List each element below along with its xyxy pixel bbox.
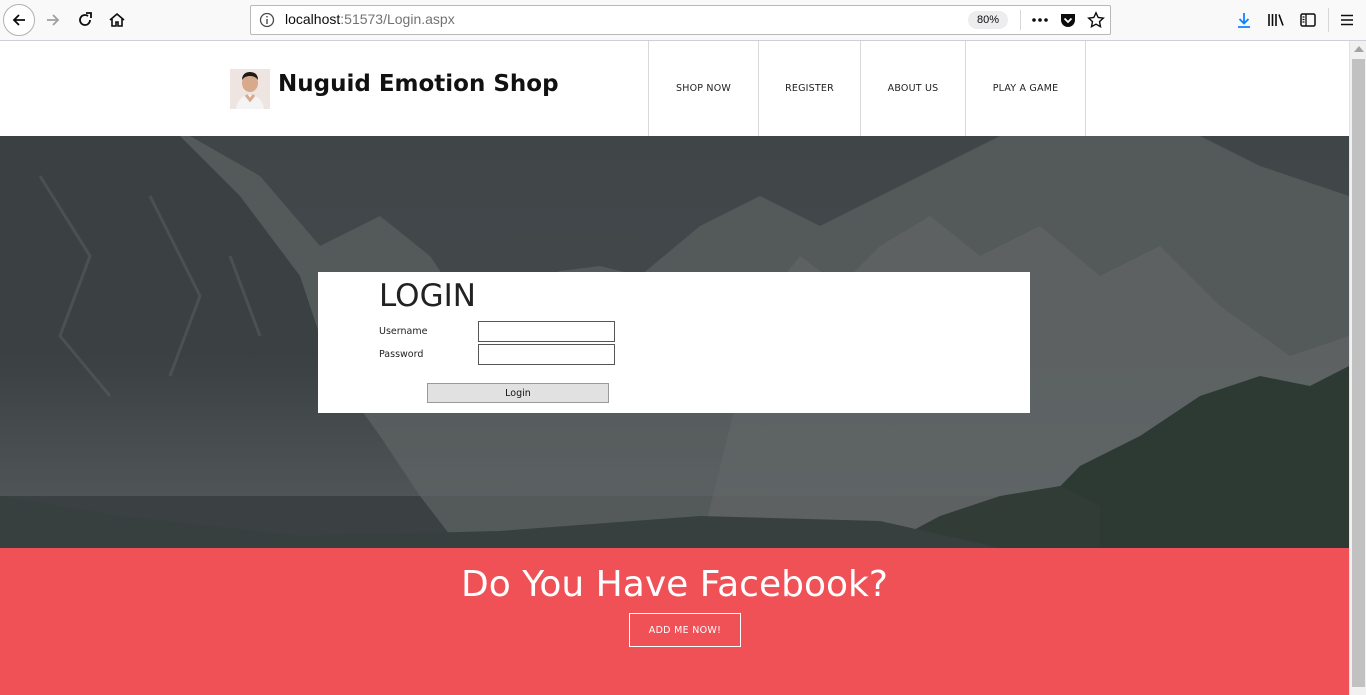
scrollbar-thumb[interactable] [1352, 59, 1365, 687]
hero-banner: LOGIN Username Password Login [0, 136, 1349, 548]
sidebar-button[interactable] [1292, 4, 1324, 36]
page-scrollbar[interactable] [1349, 41, 1366, 695]
nav-play-a-game[interactable]: PLAY A GAME [965, 41, 1086, 136]
divider [1020, 10, 1021, 30]
library-button[interactable] [1260, 4, 1292, 36]
nav-about-us[interactable]: ABOUT US [860, 41, 965, 136]
download-icon [1238, 13, 1250, 28]
library-icon [1268, 14, 1284, 26]
username-input[interactable] [478, 321, 615, 342]
nav-shop-now[interactable]: SHOP NOW [648, 41, 758, 136]
back-button[interactable] [3, 4, 35, 36]
person-photo-icon [230, 69, 270, 109]
sidebar-icon [1300, 13, 1316, 27]
login-panel: LOGIN Username Password Login [318, 272, 1030, 413]
home-icon [109, 12, 125, 27]
nav-register[interactable]: REGISTER [758, 41, 860, 136]
login-button[interactable]: Login [427, 383, 609, 403]
pocket-icon [1061, 14, 1075, 27]
url-text: localhost:51573/Login.aspx [285, 11, 455, 27]
downloads-button[interactable] [1228, 4, 1260, 36]
facebook-section: Do You Have Facebook? ADD ME NOW! [0, 548, 1349, 695]
url-bar[interactable]: localhost:51573/Login.aspx 80% [250, 5, 1111, 35]
home-button[interactable] [101, 4, 133, 36]
brand-title[interactable]: Nuguid Emotion Shop [278, 71, 559, 97]
menu-button[interactable] [1331, 4, 1363, 36]
username-label: Username [379, 326, 428, 337]
password-label: Password [379, 349, 424, 360]
add-me-now-button[interactable]: ADD ME NOW! [629, 613, 741, 647]
facebook-heading: Do You Have Facebook? [461, 564, 888, 605]
reload-icon [79, 12, 92, 26]
url-host: localhost [285, 11, 341, 27]
url-path: :51573/Login.aspx [340, 11, 455, 27]
site-header: Nuguid Emotion Shop SHOP NOW REGISTER AB… [0, 41, 1349, 136]
scroll-up-arrow-icon[interactable] [1354, 46, 1364, 52]
forward-button[interactable] [37, 4, 69, 36]
pocket-button[interactable] [1059, 11, 1077, 29]
main-nav: SHOP NOW REGISTER ABOUT US PLAY A GAME [648, 41, 1086, 136]
divider [1328, 8, 1329, 32]
hamburger-icon [1341, 14, 1353, 26]
star-icon [1087, 11, 1105, 29]
arrow-left-icon [12, 14, 25, 26]
info-icon[interactable] [259, 12, 275, 28]
bookmark-button[interactable] [1087, 11, 1105, 29]
more-horizontal-icon [1032, 18, 1048, 22]
page-actions-button[interactable] [1031, 11, 1049, 29]
reload-button[interactable] [69, 4, 101, 36]
browser-toolbar: localhost:51573/Login.aspx 80% [0, 0, 1366, 41]
password-input[interactable] [478, 344, 615, 365]
zoom-indicator[interactable]: 80% [968, 11, 1008, 29]
login-title: LOGIN [379, 278, 476, 314]
arrow-right-icon [47, 14, 60, 26]
profile-photo[interactable] [230, 69, 270, 109]
web-page: Nuguid Emotion Shop SHOP NOW REGISTER AB… [0, 41, 1349, 695]
